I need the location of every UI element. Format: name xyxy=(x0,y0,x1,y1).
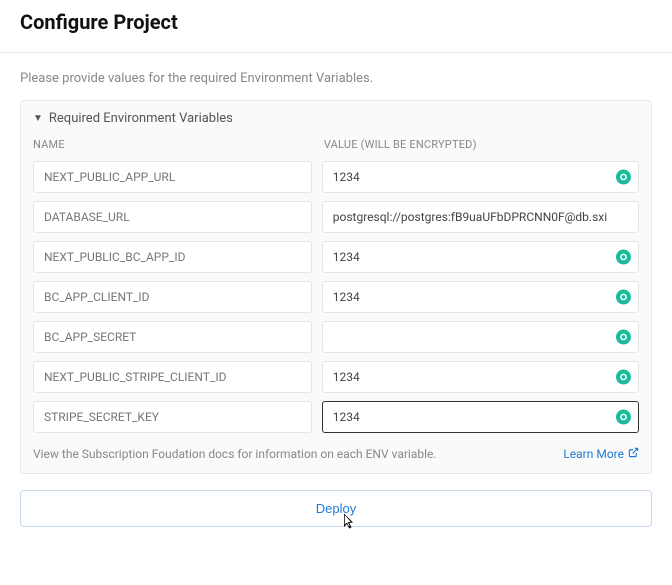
env-var-value-wrap xyxy=(322,321,639,353)
env-var-name[interactable]: BC_APP_CLIENT_ID xyxy=(33,281,312,313)
env-var-row: NEXT_PUBLIC_APP_URL xyxy=(21,157,651,197)
env-var-value-input[interactable] xyxy=(322,281,639,313)
deploy-button[interactable]: Deploy xyxy=(20,490,652,527)
env-var-value-input[interactable] xyxy=(322,161,639,193)
env-var-row: BC_APP_SECRET xyxy=(21,317,651,357)
name-column-header: NAME xyxy=(33,138,324,151)
env-var-name[interactable]: DATABASE_URL xyxy=(33,201,312,233)
env-var-value-wrap xyxy=(322,201,639,233)
env-var-row: NEXT_PUBLIC_STRIPE_CLIENT_ID xyxy=(21,357,651,397)
env-var-name[interactable]: BC_APP_SECRET xyxy=(33,321,312,353)
caret-down-icon: ▼ xyxy=(33,113,43,124)
value-column-header: VALUE (WILL BE ENCRYPTED) xyxy=(324,138,639,151)
env-var-value-input[interactable] xyxy=(322,321,639,353)
env-var-row: NEXT_PUBLIC_BC_APP_ID xyxy=(21,237,651,277)
env-var-value-input[interactable] xyxy=(322,201,639,233)
footer-help-text: View the Subscription Foudation docs for… xyxy=(33,447,437,461)
env-var-value-input[interactable] xyxy=(322,401,639,433)
status-badge-icon xyxy=(616,170,631,185)
status-badge-icon xyxy=(616,290,631,305)
status-badge-icon xyxy=(616,330,631,345)
env-var-row: STRIPE_SECRET_KEY xyxy=(21,397,651,437)
env-var-value-wrap xyxy=(322,401,639,433)
env-var-value-input[interactable] xyxy=(322,361,639,393)
status-badge-icon xyxy=(616,410,631,425)
env-var-name[interactable]: NEXT_PUBLIC_APP_URL xyxy=(33,161,312,193)
learn-more-link[interactable]: Learn More xyxy=(563,447,639,461)
page-title: Configure Project xyxy=(20,10,652,34)
cursor-pointer-icon xyxy=(338,511,356,534)
env-var-value-input[interactable] xyxy=(322,241,639,273)
env-var-row: DATABASE_URL xyxy=(21,197,651,237)
status-badge-icon xyxy=(616,370,631,385)
external-link-icon xyxy=(628,447,639,461)
env-vars-panel: ▼ Required Environment Variables NAME VA… xyxy=(20,100,652,474)
env-var-value-wrap xyxy=(322,281,639,313)
panel-title: Required Environment Variables xyxy=(49,111,233,126)
panel-footer: View the Subscription Foudation docs for… xyxy=(21,437,651,473)
status-badge-icon xyxy=(616,250,631,265)
header: Configure Project xyxy=(0,0,672,53)
column-headers: NAME VALUE (WILL BE ENCRYPTED) xyxy=(21,134,651,157)
env-var-value-wrap xyxy=(322,361,639,393)
env-var-name[interactable]: NEXT_PUBLIC_STRIPE_CLIENT_ID xyxy=(33,361,312,393)
deploy-section: Deploy xyxy=(0,486,672,527)
env-var-name[interactable]: NEXT_PUBLIC_BC_APP_ID xyxy=(33,241,312,273)
learn-more-label: Learn More xyxy=(563,447,624,461)
env-var-row: BC_APP_CLIENT_ID xyxy=(21,277,651,317)
env-var-value-wrap xyxy=(322,161,639,193)
panel-header[interactable]: ▼ Required Environment Variables xyxy=(21,101,651,134)
env-var-value-wrap xyxy=(322,241,639,273)
intro-text: Please provide values for the required E… xyxy=(0,53,672,100)
env-var-name[interactable]: STRIPE_SECRET_KEY xyxy=(33,401,312,433)
